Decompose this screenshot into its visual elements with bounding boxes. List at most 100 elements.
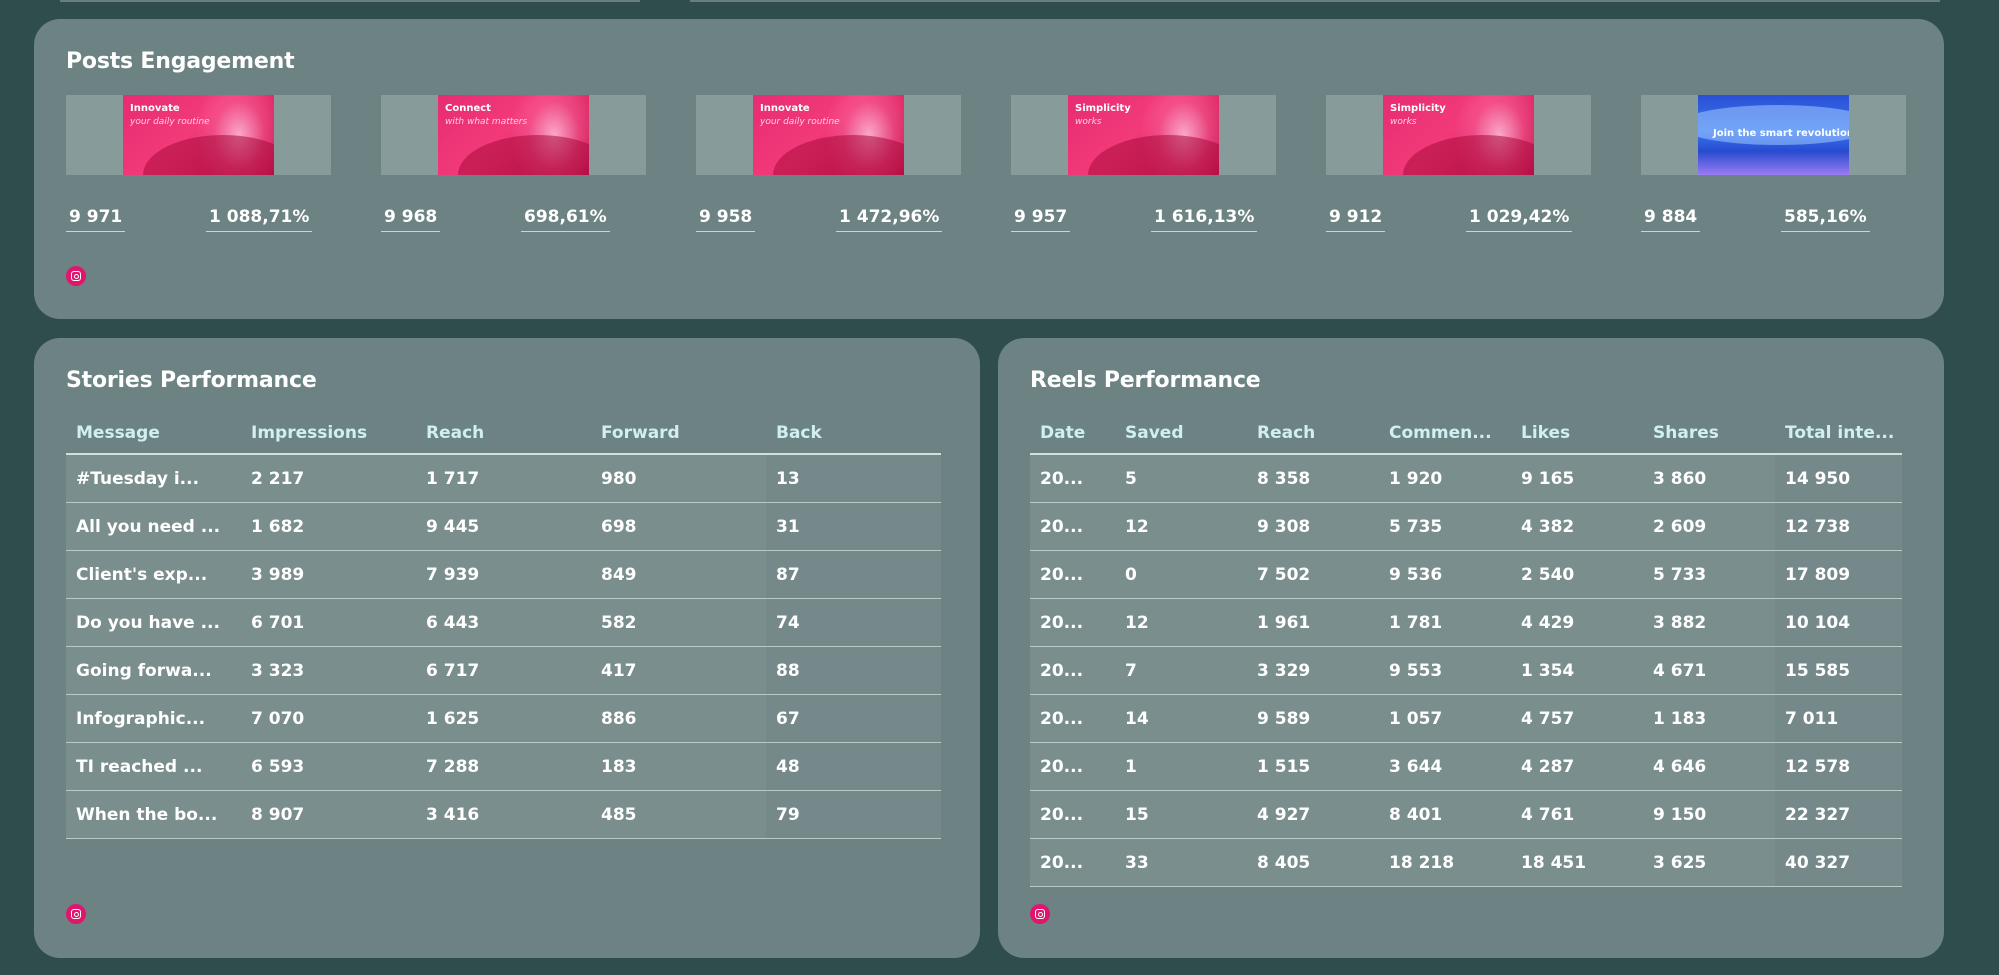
- post-thumbnail-image[interactable]: Join the smart revolution: [1698, 95, 1849, 175]
- table-cell-back: 74: [766, 598, 941, 647]
- table-cell-message: Infographic...: [66, 694, 241, 743]
- table-cell-message: When the bo...: [66, 790, 241, 839]
- table-cell-reach: 6 443: [416, 598, 591, 647]
- table-row[interactable]: 20... 12 1 961 1 781 4 429 3 882 10 104: [1030, 598, 1902, 647]
- table-cell-date: 20...: [1030, 838, 1115, 887]
- table-cell-reach: 1 625: [416, 694, 591, 743]
- table-row[interactable]: 20... 1 1 515 3 644 4 287 4 646 12 578: [1030, 742, 1902, 791]
- table-cell-reach: 9 445: [416, 502, 591, 551]
- column-header-back[interactable]: Back: [766, 413, 941, 455]
- table-cell-likes: 4 429: [1511, 598, 1643, 647]
- table-cell-saved: 33: [1115, 838, 1247, 887]
- table-cell-likes: 4 382: [1511, 502, 1643, 551]
- table-cell-shares: 3 860: [1643, 454, 1775, 503]
- table-cell-reach: 6 717: [416, 646, 591, 695]
- post-metric-rate[interactable]: 1 616,13%: [1151, 207, 1258, 232]
- table-cell-shares: 4 646: [1643, 742, 1775, 791]
- instagram-icon[interactable]: [66, 266, 86, 286]
- table-row[interactable]: 20... 14 9 589 1 057 4 757 1 183 7 011: [1030, 694, 1902, 743]
- table-row[interactable]: TI reached ... 6 593 7 288 183 48: [66, 742, 941, 791]
- table-row[interactable]: 20... 7 3 329 9 553 1 354 4 671 15 585: [1030, 646, 1902, 695]
- post-thumbnail-image[interactable]: Simplicity works: [1068, 95, 1219, 175]
- column-header-forward[interactable]: Forward: [591, 413, 766, 455]
- table-cell-shares: 3 625: [1643, 838, 1775, 887]
- table-row[interactable]: 20... 5 8 358 1 920 9 165 3 860 14 950: [1030, 454, 1902, 503]
- table-row[interactable]: Going forwa... 3 323 6 717 417 88: [66, 646, 941, 695]
- column-header-likes[interactable]: Likes: [1511, 413, 1643, 455]
- post-metric-rate[interactable]: 1 088,71%: [206, 207, 313, 232]
- table-row[interactable]: #Tuesday i... 2 217 1 717 980 13: [66, 454, 941, 503]
- table-cell-comments: 9 536: [1379, 550, 1511, 599]
- post-thumbnail-image[interactable]: Innovate your daily routine: [123, 95, 274, 175]
- post-metric-count[interactable]: 9 912: [1326, 207, 1386, 232]
- table-row[interactable]: 20... 33 8 405 18 218 18 451 3 625 40 327: [1030, 838, 1902, 887]
- post-thumbnail-image[interactable]: Innovate your daily routine: [753, 95, 904, 175]
- table-cell-comments: 1 057: [1379, 694, 1511, 743]
- table-cell-saved: 12: [1115, 598, 1247, 647]
- instagram-icon[interactable]: [1030, 904, 1050, 924]
- table-cell-saved: 5: [1115, 454, 1247, 503]
- post-metric-count[interactable]: 9 957: [1011, 207, 1071, 232]
- post-metric-rate[interactable]: 585,16%: [1781, 207, 1870, 232]
- post-metric-rate[interactable]: 1 029,42%: [1466, 207, 1573, 232]
- table-cell-comments: 3 644: [1379, 742, 1511, 791]
- column-header-impressions[interactable]: Impressions: [241, 413, 416, 455]
- table-row[interactable]: Infographic... 7 070 1 625 886 67: [66, 694, 941, 743]
- table-header-row: Date Saved Reach Commen... Likes Shares Total …: [1030, 413, 1902, 455]
- table-cell-message: Do you have ...: [66, 598, 241, 647]
- table-row[interactable]: All you need ... 1 682 9 445 698 31: [66, 502, 941, 551]
- table-cell-likes: 4 757: [1511, 694, 1643, 743]
- table-row[interactable]: When the bo... 8 907 3 416 485 79: [66, 790, 941, 839]
- table-cell-reach: 8 358: [1247, 454, 1379, 503]
- table-cell-date: 20...: [1030, 646, 1115, 695]
- table-cell-date: 20...: [1030, 742, 1115, 791]
- table-row[interactable]: Client's exp... 3 989 7 939 849 87: [66, 550, 941, 599]
- column-header-comments[interactable]: Commen...: [1379, 413, 1511, 455]
- table-row[interactable]: 20... 0 7 502 9 536 2 540 5 733 17 809: [1030, 550, 1902, 599]
- stories-performance-card: Stories Performance Message Impressions Re…: [34, 338, 980, 958]
- table-cell-forward: 183: [591, 742, 766, 791]
- table-cell-impressions: 3 323: [241, 646, 416, 695]
- table-row[interactable]: Do you have ... 6 701 6 443 582 74: [66, 598, 941, 647]
- post-metric-count[interactable]: 9 971: [66, 207, 126, 232]
- table-cell-reach: 7 288: [416, 742, 591, 791]
- post-thumbnail-headline: Innovate: [130, 103, 180, 114]
- table-cell-message: TI reached ...: [66, 742, 241, 791]
- table-cell-impressions: 8 907: [241, 790, 416, 839]
- column-header-reach[interactable]: Reach: [1247, 413, 1379, 455]
- table-cell-impressions: 6 593: [241, 742, 416, 791]
- column-header-total-interactions[interactable]: Total inte...: [1775, 413, 1902, 455]
- column-header-reach[interactable]: Reach: [416, 413, 591, 455]
- top-strip: [0, 0, 1999, 18]
- table-cell-back: 88: [766, 646, 941, 695]
- table-cell-saved: 15: [1115, 790, 1247, 839]
- table-cell-message: Client's exp...: [66, 550, 241, 599]
- post-thumbnail-headline: Simplicity: [1075, 103, 1131, 114]
- table-cell-reach: 9 308: [1247, 502, 1379, 551]
- column-header-message[interactable]: Message: [66, 413, 241, 455]
- post-metric-rate[interactable]: 698,61%: [521, 207, 610, 232]
- table-cell-back: 87: [766, 550, 941, 599]
- post-metric-count[interactable]: 9 968: [381, 207, 441, 232]
- table-cell-reach: 1 961: [1247, 598, 1379, 647]
- column-header-shares[interactable]: Shares: [1643, 413, 1775, 455]
- table-cell-shares: 2 609: [1643, 502, 1775, 551]
- post-thumbnail-image[interactable]: Simplicity works: [1383, 95, 1534, 175]
- instagram-icon[interactable]: [66, 904, 86, 924]
- table-cell-date: 20...: [1030, 598, 1115, 647]
- table-cell-likes: 2 540: [1511, 550, 1643, 599]
- post-metric-rate[interactable]: 1 472,96%: [836, 207, 943, 232]
- column-header-date[interactable]: Date: [1030, 413, 1115, 455]
- table-row[interactable]: 20... 12 9 308 5 735 4 382 2 609 12 738: [1030, 502, 1902, 551]
- post-metric-count[interactable]: 9 884: [1641, 207, 1701, 232]
- table-cell-likes: 18 451: [1511, 838, 1643, 887]
- post-thumbnail-image[interactable]: Connect with what matters: [438, 95, 589, 175]
- table-cell-shares: 4 671: [1643, 646, 1775, 695]
- table-cell-total-interactions: 12 578: [1775, 742, 1902, 791]
- table-cell-likes: 4 287: [1511, 742, 1643, 791]
- post-metric-count[interactable]: 9 958: [696, 207, 756, 232]
- table-cell-total-interactions: 12 738: [1775, 502, 1902, 551]
- column-header-saved[interactable]: Saved: [1115, 413, 1247, 455]
- table-cell-impressions: 1 682: [241, 502, 416, 551]
- table-row[interactable]: 20... 15 4 927 8 401 4 761 9 150 22 327: [1030, 790, 1902, 839]
